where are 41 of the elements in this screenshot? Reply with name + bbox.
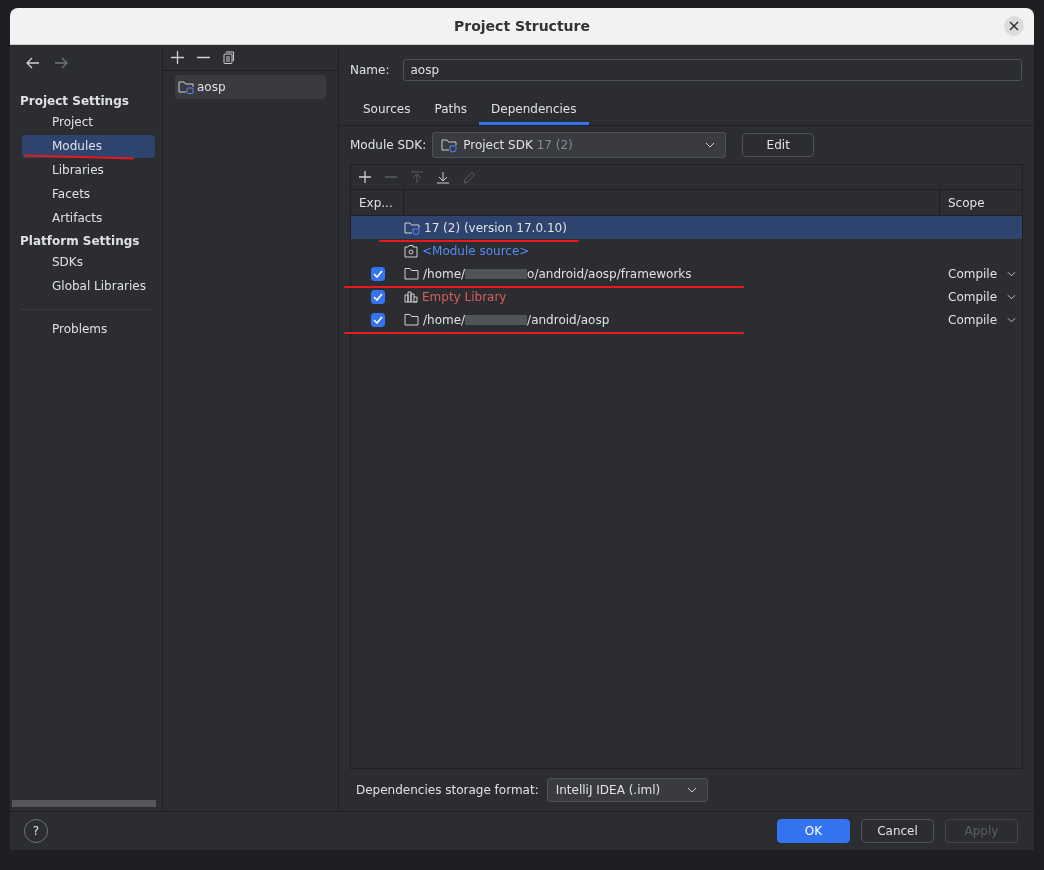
- scope-dropdown[interactable]: Compile: [948, 289, 1017, 304]
- name-field[interactable]: aosp: [403, 59, 1022, 81]
- dependency-row[interactable]: 17 (2) (version 17.0.10): [351, 216, 1022, 239]
- module-sdk-label: Module SDK:: [350, 138, 427, 152]
- column-header[interactable]: Exp...: [351, 190, 404, 215]
- dependency-row[interactable]: /home/ /android/aosp Compile: [351, 308, 1022, 331]
- scope-dropdown[interactable]: Compile: [948, 312, 1017, 327]
- dependency-row[interactable]: Empty Library Compile: [351, 285, 1022, 308]
- dependency-name: 17 (2) (version 17.0.10): [424, 220, 567, 235]
- dependency-path: o/android/aosp/frameworks: [527, 266, 692, 281]
- dialog-button[interactable]: OK: [777, 819, 850, 843]
- sidebar-item[interactable]: Modules: [22, 135, 155, 158]
- dependency-row[interactable]: /home/ o/android/aosp/frameworks Compile: [351, 262, 1022, 285]
- scope-dropdown[interactable]: Compile: [948, 266, 1017, 281]
- sidebar-item[interactable]: SDKs: [22, 251, 155, 274]
- section-heading: Project Settings: [19, 93, 130, 110]
- dependency-name: /home/: [423, 312, 466, 327]
- storage-format-label: Dependencies storage format:: [356, 783, 539, 797]
- dependency-row[interactable]: <Module source>: [351, 239, 1022, 262]
- module-item[interactable]: aosp: [175, 75, 326, 99]
- tab[interactable]: Dependencies: [479, 99, 589, 125]
- column-header[interactable]: Scope: [940, 190, 1022, 215]
- dependency-path: /android/aosp: [527, 312, 610, 327]
- dependency-name: <Module source>: [422, 243, 530, 258]
- storage-format-dropdown[interactable]: IntelliJ IDEA (.iml): [546, 778, 708, 802]
- section-heading: Platform Settings: [19, 233, 141, 250]
- sidebar-item[interactable]: Project: [22, 111, 155, 134]
- tab[interactable]: Sources: [351, 99, 423, 125]
- sidebar-item[interactable]: Problems: [22, 318, 155, 341]
- window-title: Project Structure: [454, 18, 590, 34]
- sidebar-item[interactable]: Libraries: [22, 159, 155, 182]
- tab[interactable]: Paths: [422, 99, 480, 125]
- dependency-name: Empty Library: [422, 289, 507, 304]
- dependency-name: /home/: [423, 266, 466, 281]
- name-label: Name:: [350, 63, 390, 77]
- sidebar-item[interactable]: Global Libraries: [22, 275, 155, 298]
- sdk-dropdown[interactable]: Project SDK 17 (2): [432, 132, 727, 158]
- dialog-button[interactable]: Cancel: [861, 819, 934, 843]
- sidebar-item[interactable]: Artifacts: [22, 207, 155, 230]
- sidebar-item[interactable]: Facets: [22, 183, 155, 206]
- edit-button[interactable]: Edit: [742, 133, 815, 157]
